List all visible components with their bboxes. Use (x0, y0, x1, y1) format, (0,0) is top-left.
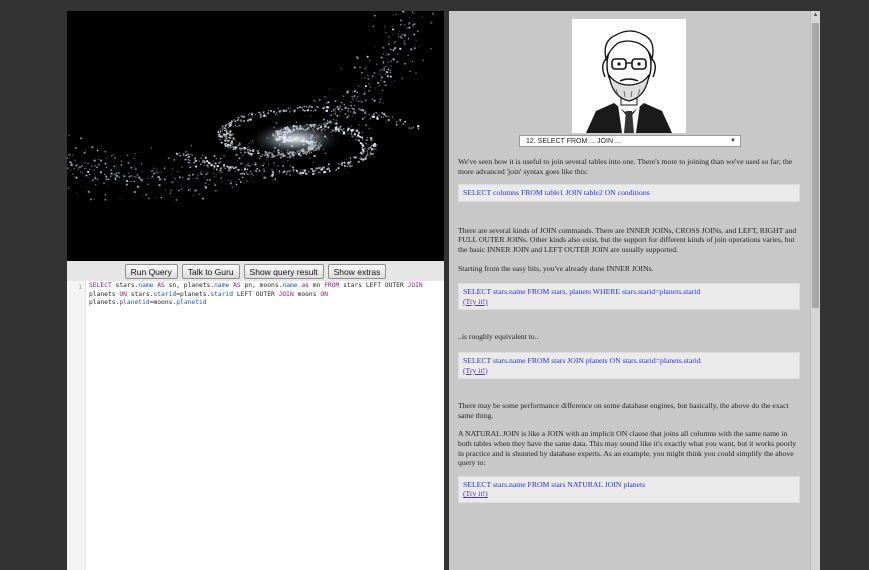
lesson-paragraph: There are several kinds of JOIN commands… (458, 225, 797, 254)
lesson-paragraph: There may be some performance difference… (458, 401, 789, 420)
sql-token: starid (210, 290, 234, 298)
lesson-content: We've seen how it is useful to join seve… (458, 157, 800, 503)
sql-token: stars (343, 282, 366, 289)
show-extras-button[interactable]: Show extras (327, 263, 387, 279)
sql-token: as (297, 282, 313, 289)
topic-dropdown-value: 12. SELECT FROM ... JOIN ... (526, 137, 621, 145)
left-panel: Run Query Talk to Guru Show query result… (67, 11, 444, 570)
sql-token: ON (320, 290, 328, 298)
sql-token: name (138, 282, 154, 289)
guru-scrollbar[interactable]: ▲ (810, 11, 820, 570)
show-query-result-button[interactable]: Show query result (243, 263, 324, 279)
talk-to-guru-button[interactable]: Talk to Guru (181, 263, 240, 279)
sql-token: planets. (89, 299, 120, 306)
sql-editor[interactable]: 1 SELECT stars.name AS sn, planets.name … (67, 281, 444, 570)
sql-token: ON (119, 290, 131, 298)
sql-token: LEFT OUTER (233, 290, 279, 298)
sql-token: planetid (119, 299, 150, 306)
galaxy-image (67, 11, 444, 261)
code-example: SELECT stars.name FROM stars JOIN planet… (458, 351, 800, 380)
scroll-thumb[interactable] (812, 23, 819, 308)
sql-token: moons (297, 290, 321, 298)
sql-token: AS (153, 282, 169, 289)
sql-token: pn, moons. (244, 282, 283, 289)
scroll-up-icon[interactable]: ▲ (811, 11, 820, 20)
sql-token: sn, planets. (168, 282, 215, 289)
sql-token: name (214, 282, 230, 289)
run-query-button[interactable]: Run Query (124, 263, 178, 279)
code-example: SELECT columns FROM table1 JOIN table2 O… (458, 184, 800, 202)
try-it-link[interactable]: (Try it!) (463, 297, 488, 306)
code-example-text: SELECT columns FROM table1 JOIN table2 O… (463, 188, 650, 198)
sql-token: stars. (130, 290, 154, 298)
guru-panel: 12. SELECT FROM ... JOIN ... ▼ We've see… (449, 11, 819, 570)
code-example-text: SELECT stars.name FROM stars NATURAL JOI… (463, 479, 646, 489)
lesson-paragraph: Starting from the easy bits, you've alre… (458, 263, 654, 273)
guru-portrait (572, 19, 686, 133)
sql-token: LEFT OUTER (365, 282, 408, 289)
lesson-paragraph: ..is roughly equivalent to.. (458, 332, 539, 342)
try-it-link[interactable]: (Try it!) (463, 366, 488, 375)
sql-token: AS (229, 282, 245, 289)
line-number-gutter: 1 (67, 281, 86, 570)
sql-token: mn (312, 282, 325, 289)
lesson-paragraph: We've seen how it is useful to join seve… (458, 157, 793, 176)
try-it-link[interactable]: (Try it!) (463, 489, 488, 498)
chevron-down-icon: ▼ (730, 138, 736, 144)
query-toolbar: Run Query Talk to Guru Show query result… (67, 261, 444, 281)
sql-token: JOIN (278, 290, 298, 298)
sql-token: planets (89, 290, 120, 298)
sql-token: =planets. (176, 290, 211, 298)
app-window: Run Query Talk to Guru Show query result… (0, 0, 869, 570)
sql-token: starid (153, 290, 177, 298)
guru-portrait-icon (572, 19, 686, 133)
sql-token: stars. (115, 282, 139, 289)
code-example-text: SELECT stars.name FROM stars, planets WH… (463, 287, 701, 297)
code-example-text: SELECT stars.name FROM stars JOIN planet… (463, 355, 701, 365)
galaxy-render (67, 11, 435, 201)
topic-dropdown[interactable]: 12. SELECT FROM ... JOIN ... ▼ (519, 135, 741, 147)
lesson-paragraph: A NATURAL JOIN is like a JOIN with an im… (458, 429, 797, 468)
sql-token: name (282, 282, 298, 289)
code-example: SELECT stars.name FROM stars, planets WH… (458, 283, 800, 311)
sql-token: SELECT (89, 282, 116, 289)
sql-token: JOIN (407, 282, 423, 289)
sql-token: FROM (324, 282, 344, 289)
sql-token: planetid (176, 299, 207, 306)
sql-code[interactable]: SELECT stars.name AS sn, planets.name AS… (89, 282, 437, 308)
sql-token: =moons. (149, 299, 177, 306)
line-number: 1 (78, 283, 82, 291)
code-example: SELECT stars.name FROM stars NATURAL JOI… (458, 475, 800, 503)
